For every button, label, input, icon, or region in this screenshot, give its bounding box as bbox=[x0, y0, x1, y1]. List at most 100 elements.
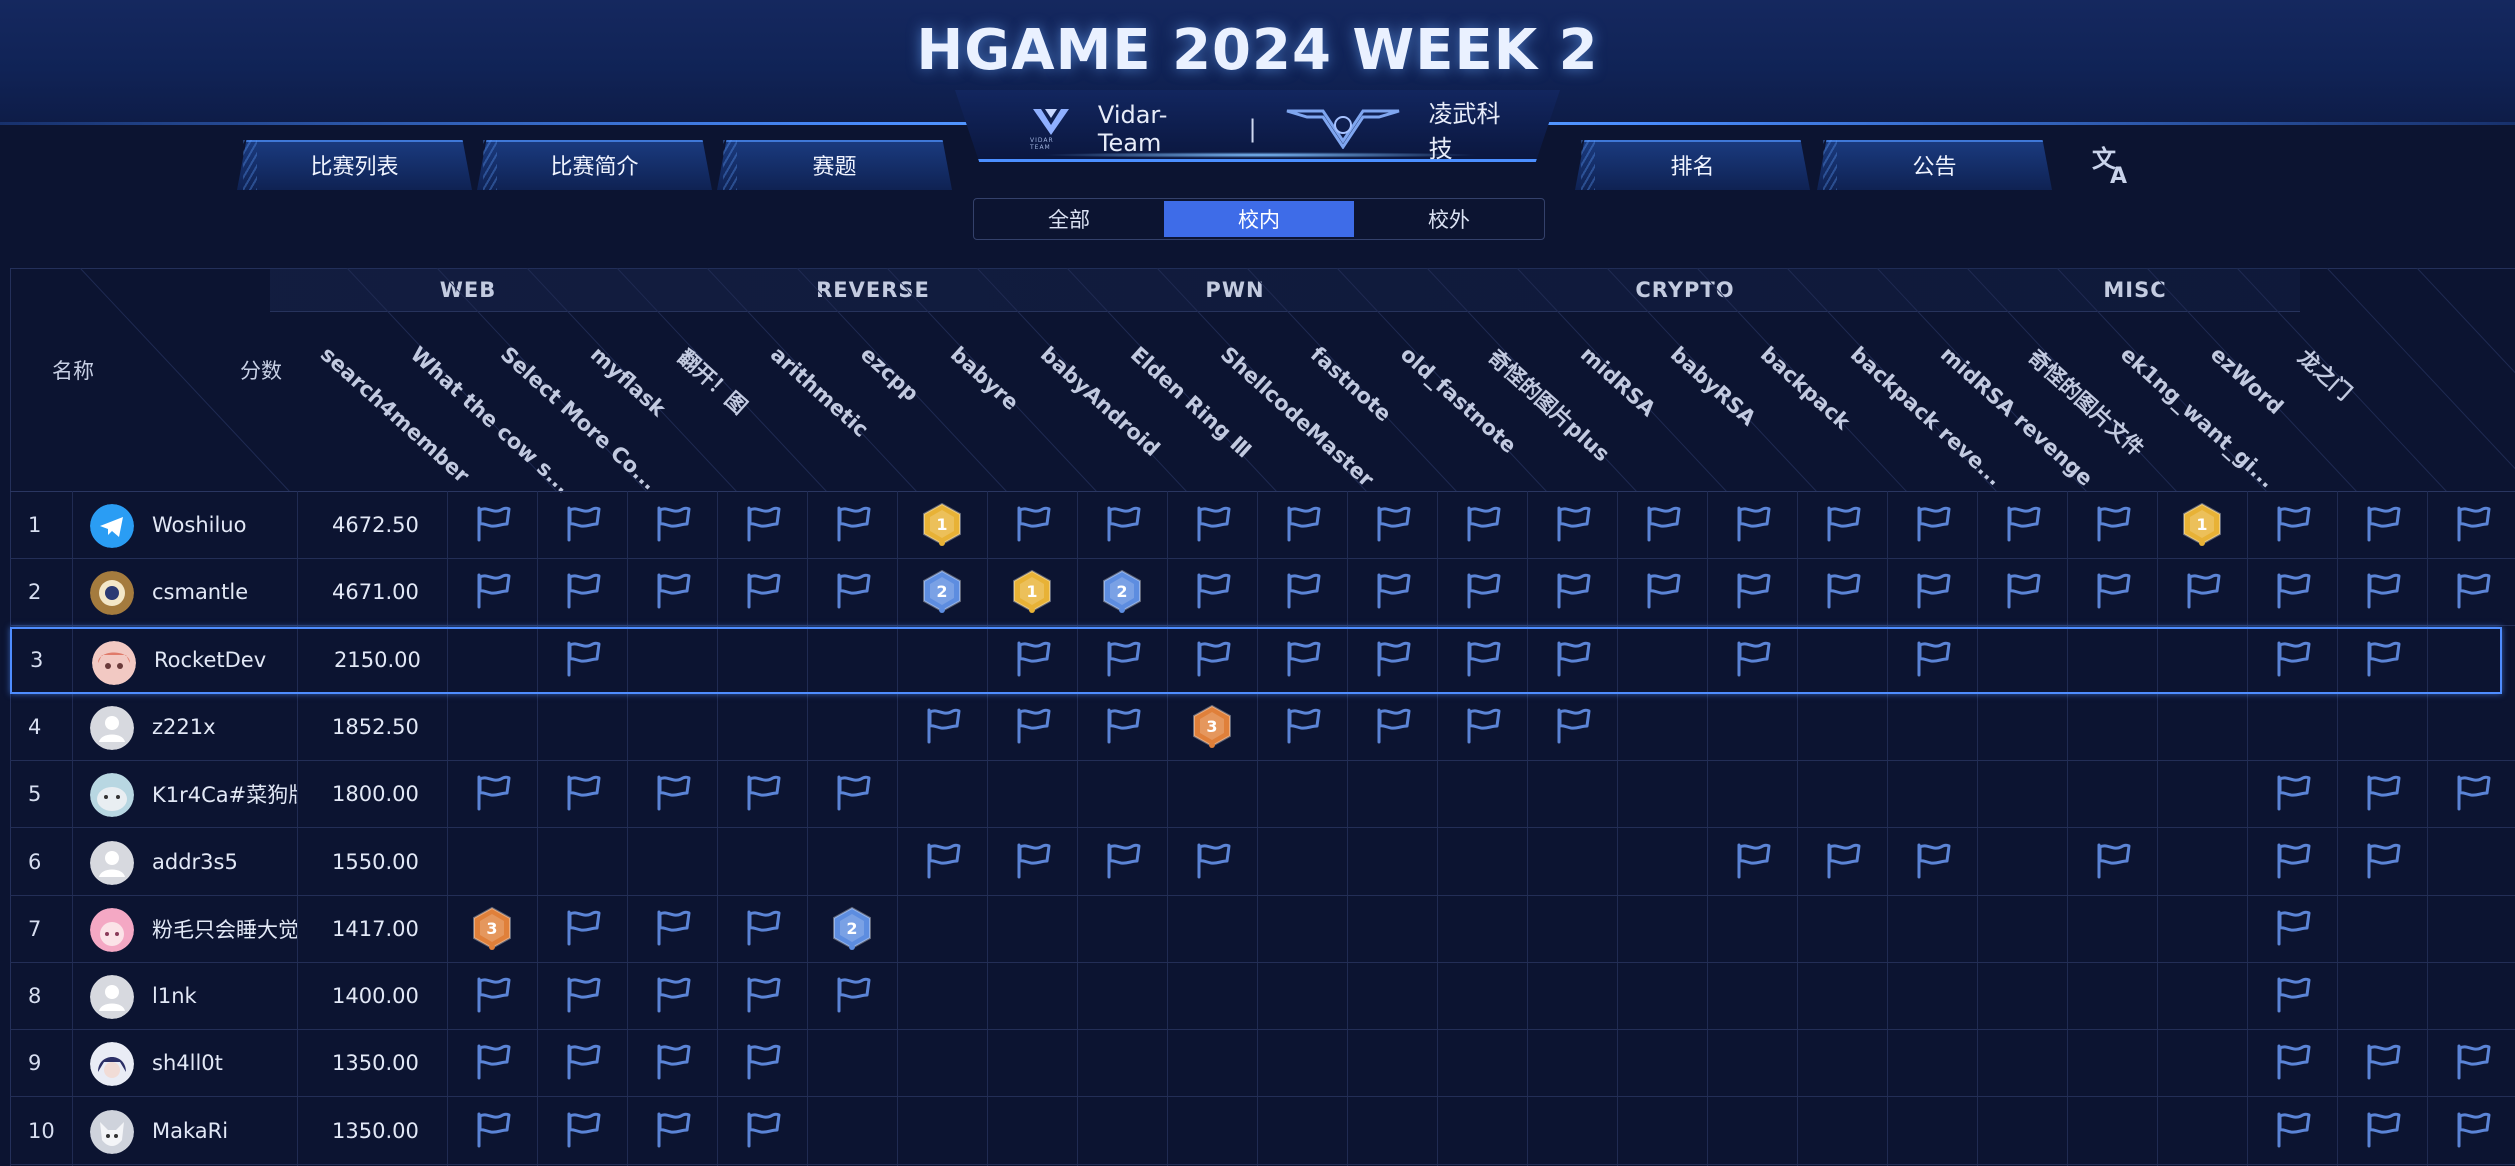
challenge-header[interactable]: Elden Ring Ⅲ bbox=[1126, 322, 1256, 472]
silver-medal-icon[interactable]: 2 bbox=[830, 906, 874, 952]
challenge-header[interactable]: old_fastnote bbox=[1396, 322, 1521, 472]
flag-icon[interactable] bbox=[2271, 1040, 2313, 1082]
gold-medal-icon[interactable]: 1 bbox=[2180, 502, 2224, 548]
challenge-header[interactable]: babyre bbox=[946, 322, 1023, 472]
flag-icon[interactable] bbox=[2361, 771, 2403, 813]
flag-icon[interactable] bbox=[1371, 637, 1413, 679]
challenge-header[interactable]: Select More Co... bbox=[496, 322, 662, 495]
flag-icon[interactable] bbox=[831, 569, 873, 611]
challenge-header[interactable]: ezcpp bbox=[856, 322, 932, 472]
silver-medal-icon[interactable]: 2 bbox=[920, 569, 964, 615]
challenge-header[interactable]: 奇怪的图片文件 bbox=[2023, 322, 2148, 472]
flag-icon[interactable] bbox=[2271, 1108, 2313, 1150]
flag-icon[interactable] bbox=[2271, 839, 2313, 881]
nav-challenges[interactable]: 赛题 bbox=[717, 140, 952, 190]
nav-ranking[interactable]: 排名 bbox=[1575, 140, 1810, 190]
gold-medal-icon[interactable]: 1 bbox=[1010, 569, 1054, 615]
flag-icon[interactable] bbox=[471, 502, 513, 544]
flag-icon[interactable] bbox=[1191, 839, 1233, 881]
flag-icon[interactable] bbox=[1371, 704, 1413, 746]
bronze-medal-icon[interactable]: 3 bbox=[470, 906, 514, 952]
silver-medal-icon[interactable]: 2 bbox=[1100, 569, 1144, 615]
flag-icon[interactable] bbox=[651, 973, 693, 1015]
flag-icon[interactable] bbox=[1101, 839, 1143, 881]
flag-icon[interactable] bbox=[1191, 569, 1233, 611]
flag-icon[interactable] bbox=[1911, 569, 1953, 611]
flag-icon[interactable] bbox=[2271, 569, 2313, 611]
filter-external[interactable]: 校外 bbox=[1354, 199, 1544, 239]
flag-icon[interactable] bbox=[1551, 637, 1593, 679]
flag-icon[interactable] bbox=[831, 771, 873, 813]
filter-internal[interactable]: 校内 bbox=[1164, 201, 1354, 237]
flag-icon[interactable] bbox=[561, 771, 603, 813]
flag-icon[interactable] bbox=[1821, 569, 1863, 611]
flag-icon[interactable] bbox=[561, 569, 603, 611]
flag-icon[interactable] bbox=[2091, 502, 2133, 544]
table-row[interactable]: 8 l1nk 1400.00 bbox=[10, 963, 2515, 1031]
flag-icon[interactable] bbox=[561, 1040, 603, 1082]
team-name[interactable]: Woshiluo bbox=[152, 492, 297, 558]
flag-icon[interactable] bbox=[1101, 637, 1143, 679]
flag-icon[interactable] bbox=[561, 973, 603, 1015]
table-row[interactable]: 7 粉毛只会睡大觉 1417.00 bbox=[10, 896, 2515, 963]
table-row[interactable]: 9 sh4ll0t 1350.00 bbox=[10, 1030, 2515, 1098]
flag-icon[interactable] bbox=[651, 771, 693, 813]
flag-icon[interactable] bbox=[1551, 502, 1593, 544]
table-row[interactable]: 1 Woshiluo 4672.50 bbox=[10, 492, 2515, 559]
flag-icon[interactable] bbox=[1911, 637, 1953, 679]
challenge-header[interactable]: ek1ng_want_gi... bbox=[2116, 322, 2280, 493]
flag-icon[interactable] bbox=[2001, 569, 2043, 611]
flag-icon[interactable] bbox=[2361, 839, 2403, 881]
challenge-header[interactable]: babyAndroid bbox=[1036, 322, 1164, 472]
flag-icon[interactable] bbox=[1641, 502, 1683, 544]
flag-icon[interactable] bbox=[1731, 502, 1773, 544]
challenge-header[interactable]: backpack reve... bbox=[1846, 322, 2007, 490]
flag-icon[interactable] bbox=[2271, 973, 2313, 1015]
flag-icon[interactable] bbox=[1731, 839, 1773, 881]
team-name[interactable]: K1r4Ca#菜狗版 bbox=[152, 761, 297, 827]
challenge-header[interactable]: arithmetic bbox=[766, 322, 873, 472]
challenge-header[interactable]: fastnote bbox=[1306, 322, 1396, 472]
flag-icon[interactable] bbox=[1911, 839, 1953, 881]
flag-icon[interactable] bbox=[1011, 839, 1053, 881]
table-row[interactable]: 2 csmantle 4671.00 bbox=[10, 559, 2515, 627]
flag-icon[interactable] bbox=[2451, 502, 2493, 544]
challenge-header[interactable]: 奇怪的图片plus bbox=[1483, 322, 1614, 472]
flag-icon[interactable] bbox=[561, 1108, 603, 1150]
challenge-header[interactable]: babyRSA bbox=[1666, 322, 1760, 472]
challenge-header[interactable]: What the cow s... bbox=[406, 322, 575, 498]
nav-contest-list[interactable]: 比赛列表 bbox=[237, 140, 472, 190]
team-name[interactable]: MakaRi bbox=[152, 1098, 297, 1164]
flag-icon[interactable] bbox=[741, 569, 783, 611]
flag-icon[interactable] bbox=[1461, 569, 1503, 611]
flag-icon[interactable] bbox=[2361, 1040, 2403, 1082]
filter-all[interactable]: 全部 bbox=[974, 199, 1164, 239]
team-name[interactable]: RocketDev bbox=[154, 629, 299, 692]
flag-icon[interactable] bbox=[2361, 1108, 2403, 1150]
flag-icon[interactable] bbox=[2361, 502, 2403, 544]
flag-icon[interactable] bbox=[651, 1108, 693, 1150]
flag-icon[interactable] bbox=[471, 973, 513, 1015]
flag-icon[interactable] bbox=[1551, 569, 1593, 611]
flag-icon[interactable] bbox=[1641, 569, 1683, 611]
flag-icon[interactable] bbox=[1731, 569, 1773, 611]
team-name[interactable]: z221x bbox=[152, 694, 297, 760]
flag-icon[interactable] bbox=[921, 704, 963, 746]
flag-icon[interactable] bbox=[2091, 839, 2133, 881]
challenge-header[interactable]: myflask bbox=[586, 322, 670, 472]
table-row[interactable]: 4 z221x 1852.50 bbox=[10, 694, 2515, 761]
table-row[interactable]: 10 MakaRi 1350.00 bbox=[10, 1098, 2515, 1165]
challenge-header[interactable]: 龙之门 bbox=[2293, 322, 2372, 472]
flag-icon[interactable] bbox=[2271, 637, 2313, 679]
flag-icon[interactable] bbox=[561, 637, 603, 679]
challenge-header[interactable]: ezWord bbox=[2206, 322, 2288, 472]
flag-icon[interactable] bbox=[921, 839, 963, 881]
gold-medal-icon[interactable]: 1 bbox=[920, 502, 964, 548]
flag-icon[interactable] bbox=[741, 973, 783, 1015]
flag-icon[interactable] bbox=[561, 906, 603, 948]
flag-icon[interactable] bbox=[831, 502, 873, 544]
flag-icon[interactable] bbox=[1191, 502, 1233, 544]
challenge-header[interactable]: 翻开！图 bbox=[673, 322, 752, 472]
challenge-header[interactable]: backpack bbox=[1756, 322, 1855, 472]
flag-icon[interactable] bbox=[1731, 637, 1773, 679]
